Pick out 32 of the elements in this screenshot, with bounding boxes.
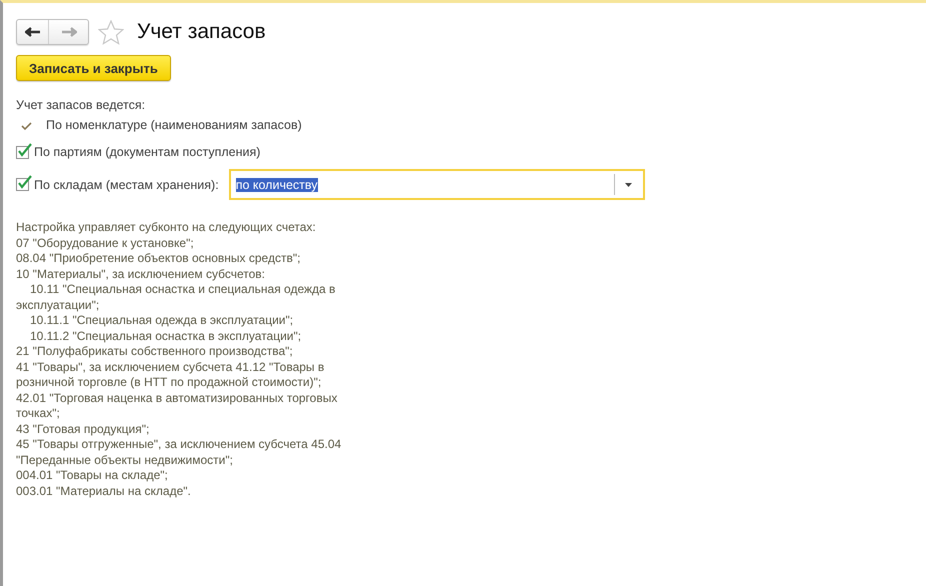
note-line: 41 "Товары", за исключением субсчета 41.12 "Товары в	[16, 360, 324, 375]
note-line: 10.11.1 "Специальная одежда в эксплуатации";	[29, 313, 294, 328]
note-line: 07 "Оборудование к установке";	[16, 236, 194, 251]
section-label: Учет запасов ведется:	[16, 98, 146, 112]
note-line: розничной торговле (в НТТ по продажной стоимости)";	[16, 375, 322, 390]
checkbox[interactable]	[16, 178, 29, 191]
right-arrow-icon	[60, 27, 76, 37]
note-line: "Переданные объекты недвижимости";	[16, 452, 233, 468]
note-line: 08.04 "Приобретение объектов основных средств";	[16, 251, 300, 266]
checkbox-label: По номенклатуре (наименованиям запасов)	[46, 118, 302, 132]
note-line: 21 "Полуфабрикаты собственного производства";	[16, 344, 293, 360]
checkbox-label: По партиям (документам поступления)	[34, 145, 260, 159]
left-arrow-icon	[24, 27, 40, 37]
note-line: 43 "Готовая продукция";	[16, 422, 150, 437]
note-line: 10.11.2 "Специальная оснастка в эксплуатации";	[29, 328, 302, 344]
note-line: Настройка управляет субконто на следующих счетах:	[16, 220, 316, 236]
dropdown-caret-icon[interactable]	[625, 182, 632, 186]
star-icon[interactable]	[98, 20, 124, 44]
note-line: 003.01 "Материалы на складе".	[16, 484, 191, 499]
window-title: Учет запасов	[137, 20, 266, 44]
field-value: по количеству	[236, 178, 318, 192]
note-line: точках";	[16, 406, 60, 422]
note-line: 10.11 "Специальная оснастка и специальная одежда в	[29, 282, 336, 298]
note-line: эксплуатации";	[16, 298, 100, 313]
dropdown-field[interactable]: по количеству	[228, 169, 645, 200]
save-and-close-button[interactable]: Записать и закрыть	[16, 55, 171, 81]
checkbox[interactable]	[16, 146, 29, 158]
note-line: 45 "Товары отгруженные", за исключением субсчета 45.04	[16, 437, 342, 452]
note-line: 10 "Материалы", за исключением субсчетов:	[16, 266, 265, 282]
note-line: 004.01 "Товары на складе";	[16, 468, 168, 484]
checkbox-label: По складам (местам хранения):	[34, 178, 219, 192]
note-line: 42.01 "Торговая наценка в автоматизированных торговых	[16, 390, 338, 406]
